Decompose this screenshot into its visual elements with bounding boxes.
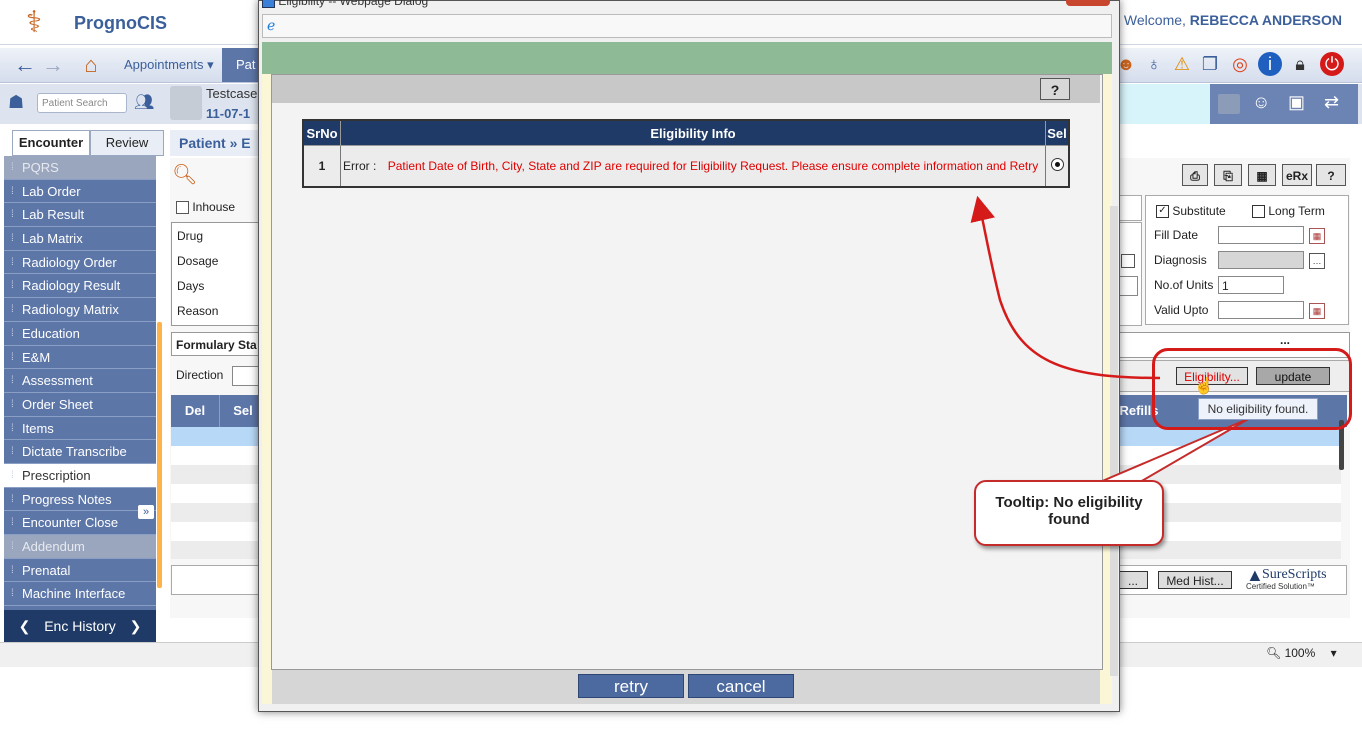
arrow-to-dialog xyxy=(970,195,1161,380)
annotation-callout: Tooltip: No eligibility found xyxy=(974,480,1164,546)
no-eligibility-tooltip: No eligibility found. xyxy=(1198,398,1318,420)
